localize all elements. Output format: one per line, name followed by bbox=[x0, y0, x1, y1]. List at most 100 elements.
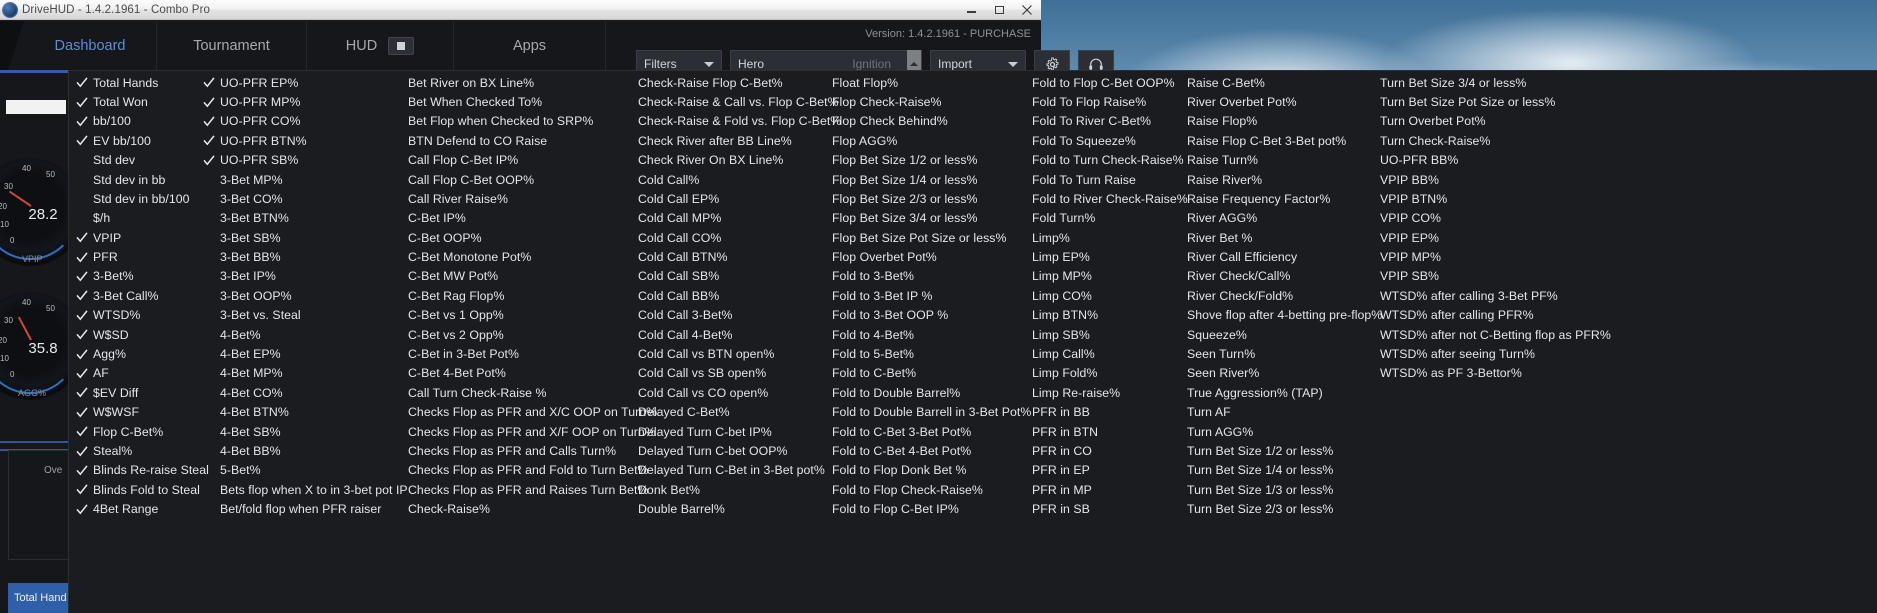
stat-menu-item[interactable]: Bet River on BX Line% bbox=[384, 73, 614, 92]
stat-menu-item[interactable]: 3-Bet CO% bbox=[196, 189, 384, 208]
stat-menu-item[interactable]: $/h bbox=[69, 209, 196, 228]
stat-menu-item[interactable]: Limp SB% bbox=[1008, 325, 1163, 344]
stat-menu-item[interactable]: Checks Flop as PFR and Raises Turn Bet% bbox=[384, 480, 648, 499]
stat-menu-item[interactable]: Fold to 3-Bet% bbox=[808, 267, 1008, 286]
stat-menu-item[interactable]: 4-Bet% bbox=[196, 325, 384, 344]
stat-menu-item[interactable]: BTN Defend to CO Raise bbox=[384, 131, 614, 150]
stat-menu-item[interactable]: WTSD% as PF 3-Bettor% bbox=[1356, 364, 1656, 383]
stat-menu-item[interactable]: Check-Raise & Call vs. Flop C-Bet% bbox=[614, 92, 839, 111]
stat-menu-item[interactable]: Call River Raise% bbox=[384, 189, 614, 208]
stat-menu-item[interactable]: Flop C-Bet% bbox=[69, 422, 196, 441]
stat-menu-item[interactable]: Fold Turn% bbox=[1008, 209, 1163, 228]
stat-menu-item[interactable]: River Overbet Pot% bbox=[1163, 92, 1356, 111]
stat-menu-item[interactable]: 3-Bet% bbox=[69, 267, 196, 286]
stat-menu-item[interactable]: WTSD% after calling PFR% bbox=[1356, 306, 1656, 325]
stat-menu-item[interactable]: Check-Raise% bbox=[384, 500, 614, 519]
stat-menu-item[interactable]: Fold to C-Bet% bbox=[808, 364, 1008, 383]
stat-menu-item[interactable]: Limp% bbox=[1008, 228, 1163, 247]
stat-menu-item[interactable]: W$SD bbox=[69, 325, 196, 344]
stat-menu-item[interactable]: Check-Raise Flop C-Bet% bbox=[614, 73, 808, 92]
stat-menu-item[interactable]: Turn AGG% bbox=[1163, 422, 1356, 441]
stat-menu-item[interactable]: Donk Bet% bbox=[614, 480, 808, 499]
stat-menu-item[interactable]: C-Bet Monotone Pot% bbox=[384, 248, 614, 267]
checkmark-icon[interactable] bbox=[71, 329, 93, 340]
stat-menu-item[interactable]: Fold to Flop C-Bet OOP% bbox=[1008, 73, 1175, 92]
stat-menu-item[interactable]: Turn Check-Raise% bbox=[1356, 131, 1656, 150]
tab-dashboard[interactable]: Dashboard bbox=[24, 21, 157, 70]
stat-menu-item[interactable]: Fold to Turn Check-Raise% bbox=[1008, 151, 1184, 170]
checkmark-icon[interactable] bbox=[71, 97, 93, 108]
window-titlebar[interactable]: DriveHUD - 1.4.2.1961 - Combo Pro bbox=[0, 0, 1041, 20]
checkmark-icon[interactable] bbox=[71, 465, 93, 476]
stat-menu-item[interactable]: Raise Frequency Factor% bbox=[1163, 189, 1356, 208]
stat-menu-item[interactable]: Limp CO% bbox=[1008, 286, 1163, 305]
checkmark-icon[interactable] bbox=[71, 271, 93, 282]
stat-menu-item[interactable]: Limp BTN% bbox=[1008, 306, 1163, 325]
checkmark-icon[interactable] bbox=[71, 252, 93, 263]
stat-menu-item[interactable]: Raise Turn% bbox=[1163, 151, 1356, 170]
stat-menu-item[interactable]: Flop Overbet Pot% bbox=[808, 248, 1008, 267]
stat-menu-item[interactable]: Bets flop when X to in 3-bet pot IP bbox=[196, 480, 408, 499]
stat-menu-item[interactable]: 4-Bet CO% bbox=[196, 383, 384, 402]
stat-menu-item[interactable]: $EV Diff bbox=[69, 383, 196, 402]
stat-menu-item[interactable]: WTSD% after calling 3-Bet PF% bbox=[1356, 286, 1656, 305]
stat-menu-item[interactable]: Cold Call SB% bbox=[614, 267, 808, 286]
stat-menu-item[interactable]: Flop Check Behind% bbox=[808, 112, 1008, 131]
checkmark-icon[interactable] bbox=[71, 232, 93, 243]
stat-menu-item[interactable]: Raise River% bbox=[1163, 170, 1356, 189]
stat-menu-item[interactable]: Fold To Flop Raise% bbox=[1008, 92, 1163, 111]
checkmark-icon[interactable] bbox=[198, 135, 220, 146]
stat-menu-item[interactable]: EV bb/100 bbox=[69, 131, 196, 150]
stat-menu-item[interactable]: River Check/Fold% bbox=[1163, 286, 1356, 305]
stat-menu-item[interactable]: 3-Bet vs. Steal bbox=[196, 306, 384, 325]
stat-menu-item[interactable]: Float Flop% bbox=[808, 73, 1008, 92]
version-label[interactable]: Version: 1.4.2.1961 - PURCHASE bbox=[865, 28, 1031, 40]
stat-menu-item[interactable]: Cold Call 4-Bet% bbox=[614, 325, 808, 344]
stat-menu-item[interactable]: 3-Bet OOP% bbox=[196, 286, 384, 305]
stat-menu-item[interactable]: River Check/Call% bbox=[1163, 267, 1356, 286]
stat-menu-item[interactable]: C-Bet MW Pot% bbox=[384, 267, 614, 286]
stat-menu-item[interactable]: River Call Efficiency bbox=[1163, 248, 1356, 267]
close-button[interactable] bbox=[1013, 0, 1041, 19]
checkmark-icon[interactable] bbox=[71, 426, 93, 437]
checkmark-icon[interactable] bbox=[71, 349, 93, 360]
stat-menu-item[interactable]: Std dev in bb/100 bbox=[69, 189, 196, 208]
stat-column-picker-menu[interactable]: Total Hands Total Won bb/100 EV bb/100 Std d… bbox=[68, 70, 1877, 613]
stat-menu-item[interactable]: Flop Bet Size 3/4 or less% bbox=[808, 209, 1008, 228]
checkmark-icon[interactable] bbox=[198, 77, 220, 88]
checkmark-icon[interactable] bbox=[71, 310, 93, 321]
stat-menu-item[interactable]: Raise Flop% bbox=[1163, 112, 1356, 131]
stat-menu-item[interactable]: Cold Call CO% bbox=[614, 228, 808, 247]
stat-menu-item[interactable]: PFR in BTN bbox=[1008, 422, 1163, 441]
stat-menu-item[interactable]: Cold Call% bbox=[614, 170, 808, 189]
stat-menu-item[interactable]: Flop Check-Raise% bbox=[808, 92, 1008, 111]
stat-menu-item[interactable]: Turn AF bbox=[1163, 403, 1356, 422]
stat-menu-item[interactable]: UO-PFR EP% bbox=[196, 73, 384, 92]
stat-menu-item[interactable]: bb/100 bbox=[69, 112, 196, 131]
stat-menu-item[interactable]: C-Bet IP% bbox=[384, 209, 614, 228]
stat-menu-item[interactable]: Seen River% bbox=[1163, 364, 1356, 383]
checkmark-icon[interactable] bbox=[71, 290, 93, 301]
stat-menu-item[interactable]: Call Turn Check-Raise % bbox=[384, 383, 614, 402]
checkmark-icon[interactable] bbox=[198, 116, 220, 127]
stat-menu-item[interactable]: Call Flop C-Bet IP% bbox=[384, 151, 614, 170]
checkmark-icon[interactable] bbox=[71, 446, 93, 457]
stat-menu-item[interactable]: Fold to Flop Check-Raise% bbox=[808, 480, 1008, 499]
stat-menu-item[interactable]: PFR bbox=[69, 248, 196, 267]
stat-menu-item[interactable]: Fold To Squeeze% bbox=[1008, 131, 1163, 150]
stat-menu-item[interactable]: Seen Turn% bbox=[1163, 344, 1356, 363]
stat-menu-item[interactable]: PFR in BB bbox=[1008, 403, 1163, 422]
stat-menu-item[interactable]: Limp Re-raise% bbox=[1008, 383, 1163, 402]
stat-menu-item[interactable]: Checks Flop as PFR and X/C OOP on Turn% bbox=[384, 403, 657, 422]
stat-menu-item[interactable]: Steal% bbox=[69, 441, 196, 460]
stat-menu-item[interactable]: Turn Bet Size 1/3 or less% bbox=[1163, 480, 1356, 499]
stat-menu-item[interactable]: UO-PFR BB% bbox=[1356, 151, 1656, 170]
stat-menu-item[interactable]: Cold Call EP% bbox=[614, 189, 808, 208]
stat-menu-item[interactable]: PFR in SB bbox=[1008, 500, 1163, 519]
total-hands-button[interactable]: Total Hand bbox=[8, 583, 70, 613]
tab-apps[interactable]: Apps bbox=[454, 21, 606, 70]
checkmark-icon[interactable] bbox=[71, 504, 93, 515]
checkmark-icon[interactable] bbox=[71, 387, 93, 398]
stat-menu-item[interactable]: Limp EP% bbox=[1008, 248, 1163, 267]
stat-menu-item[interactable]: Turn Bet Size 2/3 or less% bbox=[1163, 500, 1356, 519]
